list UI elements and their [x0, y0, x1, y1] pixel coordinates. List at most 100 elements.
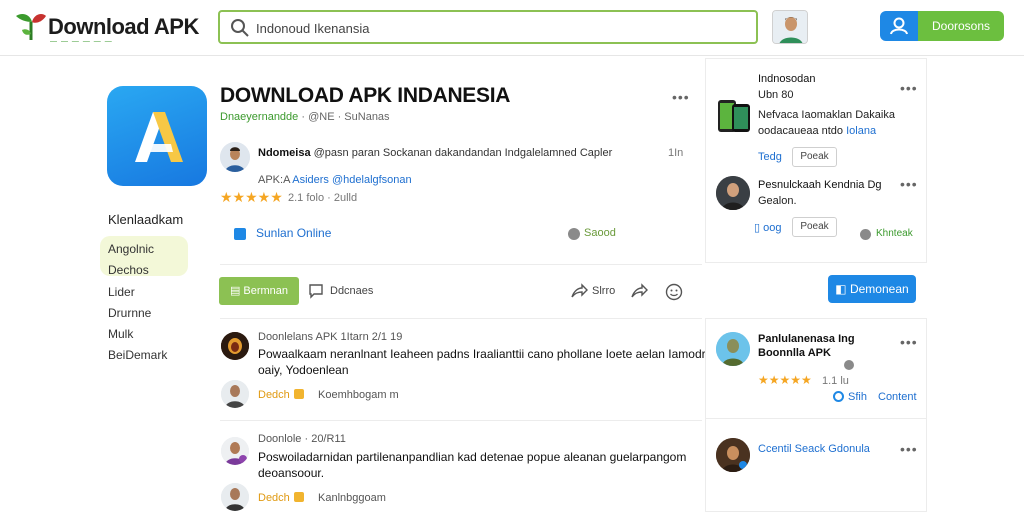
card3-title-2: Boonnlla APK	[758, 347, 831, 359]
card-subtitle: Ubn 80	[758, 89, 794, 101]
comment-user-avatar[interactable]	[221, 483, 249, 511]
card2-link-icon: ▯	[754, 222, 764, 234]
user-avatar[interactable]	[772, 10, 808, 44]
sidebar-item-4[interactable]: Drurnne	[108, 306, 151, 320]
card4-more-icon[interactable]: •••	[900, 441, 918, 457]
developer-description: @pasn paran Sockanan dakandandan Indgale…	[313, 147, 613, 159]
comment-badge[interactable]: Dedch	[258, 492, 308, 504]
card-button[interactable]: Poeak	[792, 147, 837, 167]
card3-link[interactable]: Sfih	[848, 391, 867, 403]
comment-avatar[interactable]	[221, 332, 249, 360]
comment-badge-label: Dedch	[258, 389, 290, 401]
comment-user-avatar-image	[221, 483, 249, 511]
phone-app-thumbnail[interactable]	[716, 98, 752, 134]
card3-badge-icon	[844, 360, 854, 370]
person-icon	[890, 17, 908, 35]
card3-stars: ★★★★★	[758, 373, 812, 387]
comment-avatar-image	[221, 332, 249, 360]
sidebar-item-5[interactable]: Mulk	[108, 327, 133, 341]
leaf-logo-icon	[16, 14, 46, 40]
comment-author[interactable]: Kanlnbggoam	[318, 492, 386, 504]
card-text-2: oodacaueaa ntdo Iolana	[758, 125, 876, 137]
sidebar-item-2[interactable]: Dechos	[108, 263, 149, 277]
app-icon	[107, 86, 207, 186]
card-avatar-image	[716, 176, 750, 210]
developer-name[interactable]: Ndomeisa	[258, 147, 311, 159]
developer-tag-link[interactable]: Asiders @hdelalgfsonan	[292, 174, 411, 186]
divider	[220, 318, 702, 319]
card2-link-label: oog	[763, 222, 782, 234]
developer-line: Ndomeisa @pasn paran Sockanan dakandanda…	[258, 147, 612, 159]
card-link-2[interactable]: Tedg	[758, 151, 782, 163]
download-icon: ▤	[229, 285, 244, 297]
login-button[interactable]: Doorosons	[918, 11, 1004, 41]
comment-user-avatar-image	[221, 380, 249, 408]
search-icon	[231, 19, 249, 37]
app-developer-link[interactable]: Dnaeyernandde	[220, 111, 298, 123]
card-text: Nefvaca Iaomaklan Dakaika	[758, 109, 895, 121]
download-button[interactable]: ▤ Bermnan	[219, 277, 299, 305]
comment-meta: Doonlelans APK 1Itarn 2/1 19	[258, 331, 403, 343]
sidebar-item-3[interactable]: Lider	[108, 285, 135, 299]
search-bar[interactable]	[218, 10, 758, 44]
card3-link-2[interactable]: Content	[878, 391, 917, 403]
app-subtitle: Dnaeyernandde · @NE · SuNanas	[220, 111, 390, 123]
comment-avatar-image	[221, 437, 249, 465]
user-avatar-image	[773, 11, 807, 43]
app-title: DOWNLOAD APK INDANESIA	[220, 84, 511, 107]
card2-more-icon[interactable]: •••	[900, 176, 918, 192]
card4-title[interactable]: Ccentil Seack Gdonula	[758, 443, 870, 455]
sidebar-item-1[interactable]: Angolnic	[108, 242, 154, 256]
card3-avatar[interactable]	[716, 332, 750, 366]
comment-icon[interactable]	[308, 283, 324, 299]
badge-icon	[293, 492, 304, 502]
card-more-icon[interactable]: •••	[900, 80, 918, 96]
share-icon[interactable]	[570, 283, 588, 299]
comment-badge[interactable]: Dedch	[258, 389, 308, 401]
comment-meta: Doonlole · 20/R11	[258, 433, 346, 445]
logo-tagline: — — — — — —	[50, 38, 113, 45]
card3-link-icon	[833, 391, 844, 402]
card-text-2-plain: oodacaueaa ntdo	[758, 125, 844, 137]
status-icon	[860, 229, 871, 240]
card2-status[interactable]: Khnteak	[876, 228, 913, 239]
sidebar-item-6[interactable]: BeiDemark	[108, 348, 167, 362]
share-button[interactable]: Slrro	[592, 285, 615, 297]
download-label: Bermnan	[243, 285, 289, 297]
comment-user-avatar[interactable]	[221, 380, 249, 408]
forward-icon[interactable]	[630, 283, 648, 299]
site-logo[interactable]: Download APK — — — — — —	[12, 8, 208, 48]
developer-tag-prefix: APK:A	[258, 174, 290, 186]
online-link[interactable]: Sunlan Online	[256, 226, 331, 240]
developer-time: 1In	[668, 147, 684, 159]
rating-stars: ★★★★★	[220, 189, 283, 205]
letter-a-logo-icon	[135, 112, 183, 162]
card3-title[interactable]: Panlulanenasa Ing	[758, 333, 855, 345]
card3-avatar-image	[716, 332, 750, 366]
online-icon	[234, 228, 246, 240]
card2-button[interactable]: Poeak	[792, 217, 837, 237]
emoji-icon[interactable]	[664, 283, 684, 301]
comment-body: Powaalkaam neranlnant Ieaheen padns Iraa…	[258, 347, 713, 377]
primary-action-label: Demonean	[849, 282, 909, 296]
comments-button[interactable]: Ddcnaes	[330, 285, 373, 297]
comment-author[interactable]: Koemhbogam m	[318, 389, 399, 401]
app-more-icon[interactable]: •••	[672, 89, 690, 105]
card2-link[interactable]: ▯ oog	[754, 221, 781, 234]
login-group: Doorosons	[880, 11, 1004, 41]
account-button[interactable]	[880, 11, 918, 41]
saved-label[interactable]: Saood	[584, 227, 616, 239]
saved-icon	[568, 228, 580, 240]
search-input[interactable]	[256, 17, 746, 39]
divider	[220, 420, 702, 421]
card3-more-icon[interactable]: •••	[900, 334, 918, 350]
primary-action-button[interactable]: ◧ Demonean	[828, 275, 916, 303]
card4-avatar[interactable]	[716, 438, 750, 472]
developer-avatar[interactable]	[220, 142, 250, 172]
card-link[interactable]: Iolana	[846, 125, 876, 137]
comment-avatar[interactable]	[221, 437, 249, 465]
logo-title: Download APK	[48, 14, 199, 39]
card-avatar[interactable]	[716, 176, 750, 210]
developer-tags: APK:A Asiders @hdelalgfsonan	[258, 174, 412, 186]
card3-rating: 1.1 lu	[822, 375, 849, 387]
